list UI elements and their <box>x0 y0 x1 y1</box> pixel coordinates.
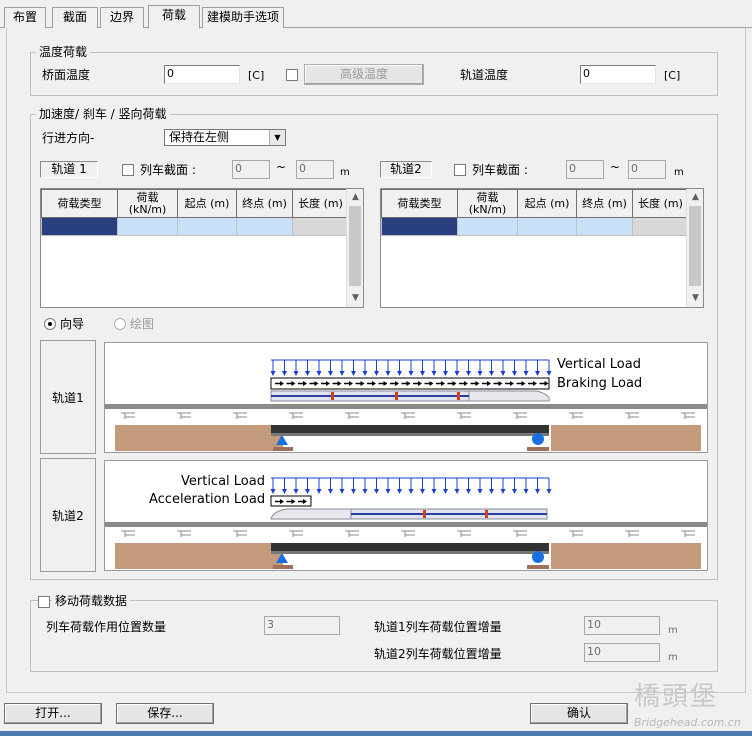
watermark-cn: 橋頭堡 <box>634 682 719 712</box>
chevron-up-icon[interactable]: ▲ <box>347 189 364 206</box>
row2-head: 轨道2 <box>40 458 96 572</box>
track2-label: 轨道2 <box>380 161 432 178</box>
col-length[interactable]: 长度 (m) <box>292 189 349 218</box>
direction-label: 行进方向- <box>42 131 95 145</box>
col-load[interactable]: 荷载 (kN/m) <box>117 189 178 218</box>
col-load-type[interactable]: 荷载类型 <box>41 189 118 218</box>
col-start[interactable]: 起点 (m) <box>517 189 577 218</box>
tab-modeling-options[interactable]: 建模助手选项 <box>202 7 284 28</box>
col-start[interactable]: 起点 (m) <box>177 189 237 218</box>
track1-train-checkbox[interactable] <box>122 164 134 176</box>
chevron-down-icon: ▼ <box>269 130 285 145</box>
deck-temp-unit: [C] <box>248 69 265 82</box>
chevron-down-icon[interactable]: ▼ <box>347 290 364 307</box>
row1-label: 轨道1 <box>52 391 84 405</box>
col-end[interactable]: 终点 (m) <box>576 189 633 218</box>
track2-train-checkbox[interactable] <box>454 164 466 176</box>
tab-boundary[interactable]: 边界 <box>100 7 144 28</box>
train-icon <box>270 508 548 520</box>
chevron-up-icon[interactable]: ▲ <box>687 189 704 206</box>
tab-load[interactable]: 荷载 <box>148 5 200 29</box>
advanced-temp-button[interactable]: 高级温度 <box>304 64 424 85</box>
table-row[interactable] <box>381 217 689 236</box>
deck-temp-input[interactable]: 0 <box>164 65 240 84</box>
row2-label: 轨道2 <box>52 509 84 523</box>
accel-group-title: 加速度/ 刹车 / 竖向荷载 <box>36 107 170 121</box>
load-arrows-icon <box>270 477 552 494</box>
track1-increment-input[interactable]: 10 <box>584 616 660 635</box>
track2-increment-label: 轨道2列车荷载位置增量 <box>374 647 502 661</box>
positions-label: 列车荷载作用位置数量 <box>46 620 167 634</box>
col-load-type[interactable]: 荷载类型 <box>381 189 458 218</box>
load-arrows-icon <box>270 359 552 376</box>
advanced-temp-checkbox[interactable] <box>286 69 298 81</box>
track2-unit: m <box>674 167 684 178</box>
open-button[interactable]: 打开... <box>4 703 102 724</box>
scroll-thumb[interactable] <box>349 206 361 286</box>
track2-from-input[interactable]: 0 <box>566 160 604 179</box>
roller-support-icon <box>532 433 544 445</box>
track1-tilde: ~ <box>276 160 287 174</box>
track1-load-grid[interactable]: 荷载类型 荷载 (kN/m) 起点 (m) 终点 (m) 长度 (m) ▲ ▼ <box>40 188 364 308</box>
track1-grid-scrollbar[interactable]: ▲ ▼ <box>346 189 363 307</box>
scroll-thumb[interactable] <box>689 206 701 286</box>
roller-support-icon <box>532 551 544 563</box>
moving-load-checkbox[interactable] <box>38 596 50 608</box>
draw-radio[interactable] <box>114 318 126 330</box>
track1-from-input[interactable]: 0 <box>232 160 270 179</box>
table-row[interactable] <box>41 217 349 236</box>
wizard-radio[interactable] <box>44 318 56 330</box>
tab-layout[interactable]: 布置 <box>4 7 46 28</box>
ok-button[interactable]: 确认 <box>530 703 628 724</box>
draw-label: 绘图 <box>130 317 155 331</box>
col-length[interactable]: 长度 (m) <box>632 189 689 218</box>
row1-head: 轨道1 <box>40 340 96 454</box>
track2-tilde: ~ <box>610 160 621 174</box>
track1-increment-label: 轨道1列车荷载位置增量 <box>374 620 502 634</box>
track1-label: 轨道 1 <box>40 161 98 178</box>
track-temp-label: 轨道温度 <box>460 68 509 82</box>
col-end[interactable]: 终点 (m) <box>236 189 293 218</box>
track2-to-input[interactable]: 0 <box>628 160 666 179</box>
track1-train-label: 列车截面 : <box>140 163 196 177</box>
watermark-en: Bridgehead.com.cn <box>634 716 741 729</box>
status-strip <box>0 731 752 736</box>
tab-bar: 布置 截面 边界 荷载 建模助手选项 <box>0 0 752 29</box>
vertical-load-label: Vertical Load <box>557 357 641 372</box>
vertical-load-label: Vertical Load <box>181 474 265 489</box>
track2-increment-input[interactable]: 10 <box>584 643 660 662</box>
chevron-down-icon[interactable]: ▼ <box>687 290 704 307</box>
tab-section[interactable]: 截面 <box>52 7 98 28</box>
track2-load-grid[interactable]: 荷载类型 荷载 (kN/m) 起点 (m) 终点 (m) 长度 (m) ▲ ▼ <box>380 188 704 308</box>
direction-select[interactable]: 保持在左侧 ▼ <box>164 129 286 146</box>
temperature-group-title: 温度荷载 <box>36 45 91 59</box>
save-button[interactable]: 保存... <box>116 703 214 724</box>
deck-temp-label: 桥面温度 <box>42 68 91 82</box>
track2-train-label: 列车截面 : <box>472 163 528 177</box>
track-temp-unit: [C] <box>664 69 681 82</box>
braking-load-label: Braking Load <box>557 376 643 391</box>
track2-grid-scrollbar[interactable]: ▲ ▼ <box>686 189 703 307</box>
track1-unit: m <box>340 167 350 178</box>
train-icon <box>270 390 550 402</box>
direction-value: 保持在左侧 <box>169 130 230 144</box>
track1-to-input[interactable]: 0 <box>296 160 334 179</box>
track2-increment-unit: m <box>668 652 678 663</box>
positions-input[interactable]: 3 <box>264 616 340 635</box>
acceleration-load-label: Acceleration Load <box>149 492 266 507</box>
wizard-label: 向导 <box>60 317 85 331</box>
col-load[interactable]: 荷载 (kN/m) <box>457 189 518 218</box>
track1-diagram: Vertical Load Braking Load <box>104 342 708 453</box>
track2-diagram: Vertical Load Acceleration Load <box>104 460 708 571</box>
track1-increment-unit: m <box>668 625 678 636</box>
moving-load-title: 移动荷载数据 <box>52 594 131 608</box>
track-temp-input[interactable]: 0 <box>580 65 656 84</box>
